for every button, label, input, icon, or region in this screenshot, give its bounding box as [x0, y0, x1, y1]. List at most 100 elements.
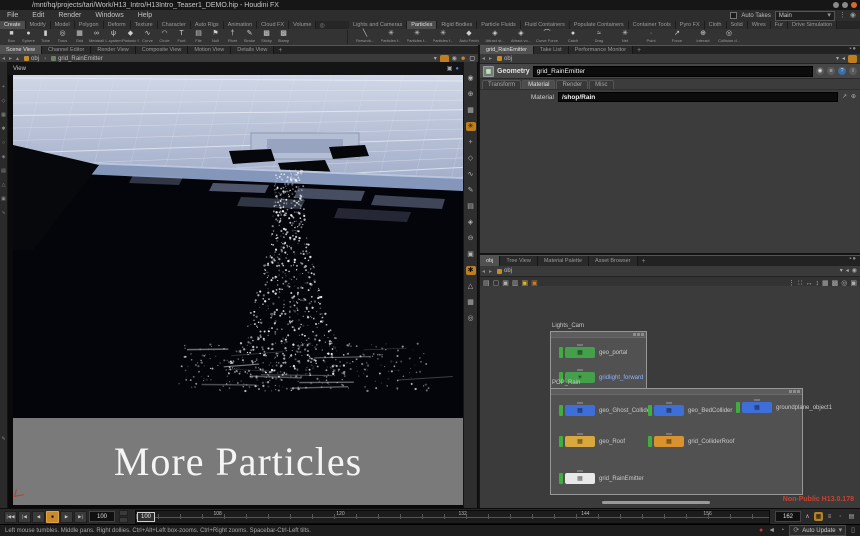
network-node[interactable]: ▦ geo_Ghost_Collider — [559, 405, 652, 416]
viewport-tool-icon[interactable]: ▤ — [466, 202, 476, 211]
viewport-tool-icon[interactable]: △ — [2, 182, 6, 188]
playbar-option-icon[interactable]: ▦ — [814, 512, 823, 521]
network-node[interactable]: ▦ geo_Roof — [559, 436, 625, 447]
shelf-tool[interactable]: ✳ Particles f... — [378, 29, 404, 43]
shelf-tab[interactable]: Animation — [224, 21, 257, 29]
shelf-tool[interactable]: T Font — [173, 29, 190, 43]
chevron-down-icon[interactable]: ▾ — [840, 267, 843, 275]
back-icon[interactable]: ◂ — [480, 268, 487, 275]
forward-icon[interactable]: ▸ — [487, 55, 494, 62]
playbar-option-icon[interactable]: ∧ — [803, 512, 812, 521]
shelf-tool[interactable]: ▮ Tube — [37, 29, 54, 43]
parm-filter-icon[interactable]: ≡ — [827, 67, 835, 75]
node-display-flag[interactable] — [559, 405, 563, 416]
minimize-button[interactable] — [833, 2, 839, 8]
shelf-tab[interactable]: Container Tools — [629, 21, 676, 29]
help-icon[interactable]: ? — [838, 67, 846, 75]
viewport-tool-icon[interactable]: ✳ — [466, 122, 476, 131]
desktop-icon[interactable]: ◉ — [850, 12, 856, 19]
viewport-tool-icon[interactable]: △ — [466, 282, 476, 291]
layout-icon[interactable]: ▣ — [447, 65, 453, 73]
network-box-header[interactable] — [551, 389, 802, 395]
shelf-tab[interactable]: Character — [158, 21, 191, 29]
path-chip-node[interactable]: grid_RainEmitter — [48, 56, 106, 62]
viewport-tool-icon[interactable]: ▣ — [466, 250, 476, 259]
shelf-tool[interactable]: ✳ Net — [612, 29, 638, 43]
playbar-option-icon[interactable]: ▤ — [847, 512, 856, 521]
pane-tab[interactable]: Tree View — [500, 256, 537, 266]
pane-tab[interactable]: obj — [480, 256, 500, 266]
material-path-field[interactable]: /shop/Rain — [558, 92, 838, 102]
viewport-tool-icon[interactable]: ◎ — [466, 314, 476, 323]
node-name-field[interactable]: grid_RainEmitter — [533, 66, 813, 77]
end-frame-field[interactable]: 162 — [775, 511, 801, 522]
shelf-tool[interactable]: ψ L-system — [105, 29, 122, 43]
node-body[interactable]: ▦ — [565, 347, 595, 358]
shelf-tab[interactable]: Volume — [289, 21, 316, 29]
info-icon[interactable]: i — [849, 67, 857, 75]
parameter-tab[interactable]: Transform — [482, 80, 521, 89]
network-graph[interactable]: Lights_Cam ▦ geo_portal ☀ gridlight — [480, 286, 860, 506]
chevron-down-icon[interactable]: ▾ — [836, 55, 839, 63]
input-ops-icon[interactable]: ◉ — [816, 67, 824, 75]
network-box-header[interactable] — [551, 332, 646, 338]
path-chip-obj[interactable]: obj — [494, 268, 515, 274]
shelf-tab[interactable]: Particle Fluids — [477, 21, 521, 29]
pane-tab[interactable]: Scene View — [0, 46, 42, 54]
viewport-tool-icon[interactable]: ◉ — [466, 74, 476, 83]
parameter-tab[interactable]: Render — [556, 80, 588, 89]
pane-tab[interactable]: Details View — [231, 46, 274, 54]
viewport[interactable]: +◇▦✱○◈▤△▣∿✎ View ▣ ● — [0, 62, 478, 508]
viewport-tool-icon[interactable]: ∿ — [1, 210, 5, 216]
forward-icon[interactable]: ▸ — [7, 55, 14, 62]
viewport-tool-icon[interactable]: ✱ — [1, 126, 5, 132]
network-node[interactable]: ▦ geo_portal — [559, 347, 627, 358]
shelf-tool[interactable]: ◆ Auto Fetch — [456, 29, 482, 43]
network-node[interactable]: ▦ grid_ColliderRoof — [648, 436, 734, 447]
pane-tab[interactable]: Render View — [91, 46, 135, 54]
playbar-option-icon[interactable]: ≡ — [825, 512, 834, 521]
shelf-tool[interactable]: ● Catch — [560, 29, 586, 43]
parameter-tab[interactable]: Misc — [589, 80, 613, 89]
viewport-tool-icon[interactable]: ○ — [2, 140, 5, 146]
node-body[interactable]: ▦ — [565, 436, 595, 447]
audio-icon[interactable]: ◄ — [768, 527, 775, 534]
node-body[interactable]: ▦ — [565, 405, 595, 416]
shelf-tab[interactable]: Lights and Cameras — [349, 21, 407, 29]
viewport-tool-icon[interactable]: ▦ — [1, 112, 6, 118]
pane-tab[interactable]: Performance Monitor — [569, 46, 633, 54]
viewport-tool-icon[interactable]: ✱ — [466, 266, 476, 275]
shelf-tool[interactable]: ∿ Curve — [139, 29, 156, 43]
shelf-tab[interactable]: Texture — [131, 21, 158, 29]
menu-item[interactable]: File — [0, 12, 25, 19]
back-icon[interactable]: ◂ — [0, 55, 7, 62]
menu-item[interactable]: Render — [51, 12, 88, 19]
pane-controls[interactable]: ▪● — [849, 256, 860, 266]
transport-button[interactable]: ◀ — [32, 511, 45, 523]
viewport-tool-icon[interactable]: ◇ — [2, 98, 6, 104]
transport-button[interactable]: |◀ — [18, 511, 31, 523]
viewport-tool-icon[interactable]: ▤ — [1, 168, 6, 174]
shelf-tab[interactable]: Polygon — [75, 21, 104, 29]
node-jump-icon[interactable]: ↗ — [842, 93, 847, 101]
auto-takes-checkbox[interactable] — [730, 12, 737, 19]
pin-icon[interactable] — [848, 55, 857, 63]
timeline[interactable]: 108120132144156 100 — [135, 510, 770, 524]
viewport-tool-icon[interactable]: ▦ — [466, 106, 476, 115]
shelf-tab[interactable]: Modify — [26, 21, 51, 29]
shelf-tool[interactable]: · Point — [638, 29, 664, 43]
view-tab[interactable]: View — [8, 66, 31, 72]
shelf-tool[interactable]: ⚑ Null — [207, 29, 224, 43]
menu-item[interactable]: Edit — [25, 12, 51, 19]
shelf-tool[interactable]: ◈ Attract vo... — [508, 29, 534, 43]
persp-icon[interactable]: ● — [455, 65, 459, 73]
shelf-tool[interactable]: ▩ Stamp — [275, 29, 292, 43]
shelf-tab[interactable]: Cloth — [705, 21, 727, 29]
node-display-flag[interactable] — [559, 473, 563, 484]
shelf-tab[interactable]: Populate Containers — [570, 21, 629, 29]
viewport-tool-icon[interactable]: ▣ — [1, 196, 6, 202]
shelf-tab[interactable]: Model — [51, 21, 75, 29]
shelf-tab[interactable]: Pyro FX — [676, 21, 705, 29]
maximize-button[interactable] — [842, 2, 848, 8]
node-body[interactable]: ▦ — [565, 473, 595, 484]
